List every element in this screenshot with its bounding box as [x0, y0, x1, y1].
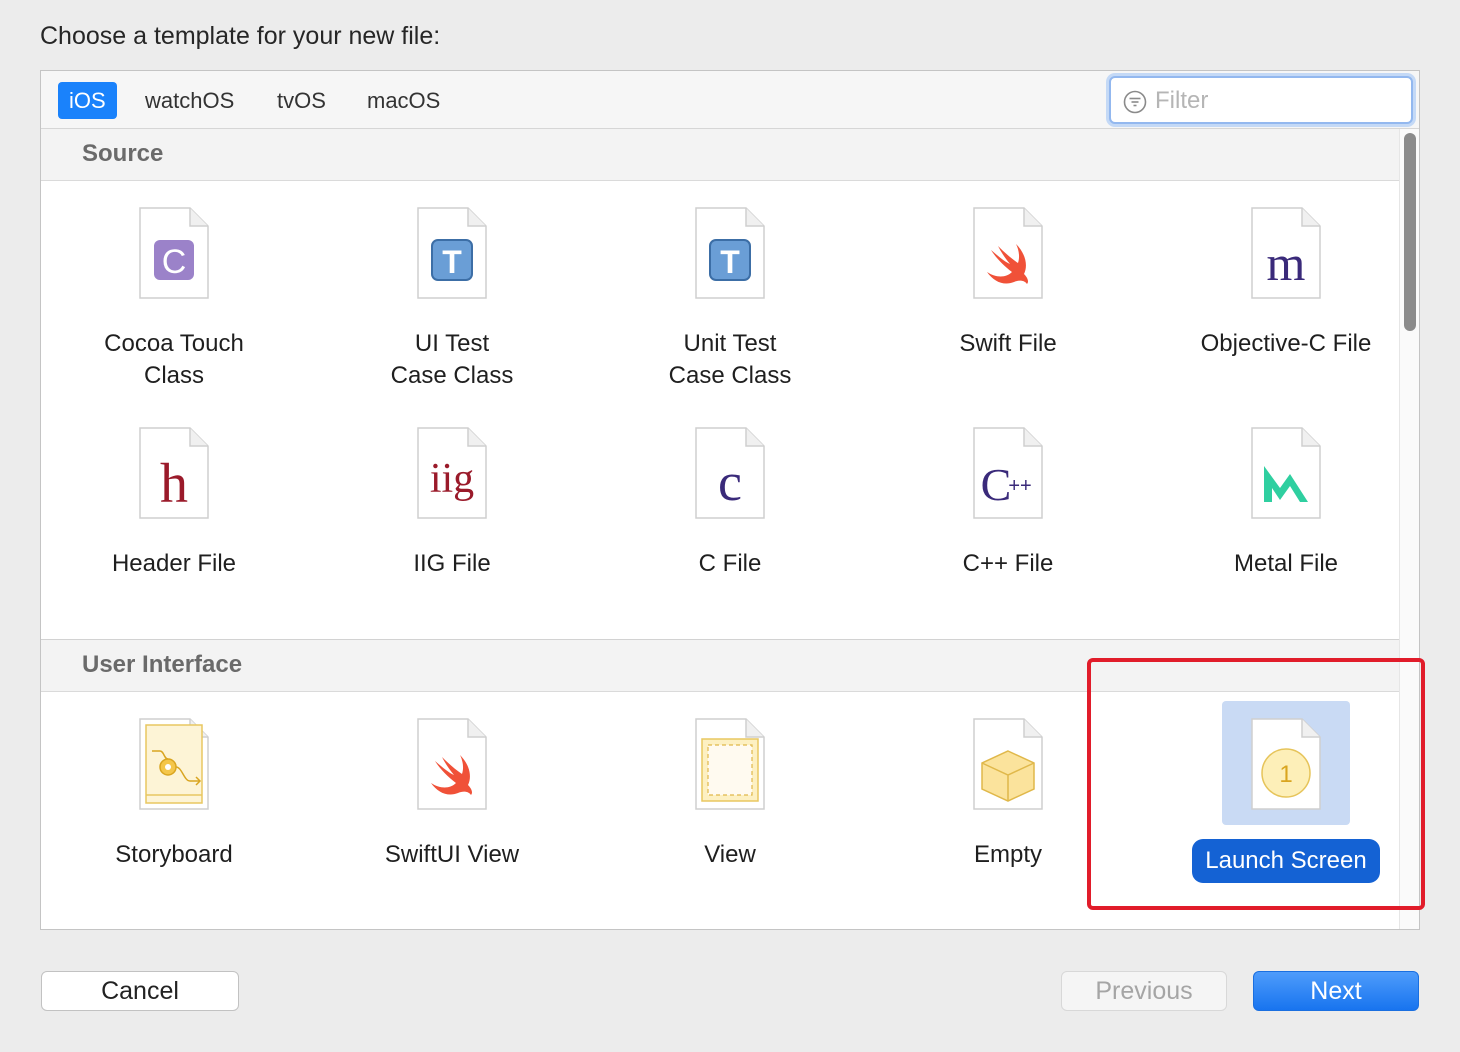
source-templates-grid: C Cocoa Touch Class T UI Test Case Class… [41, 182, 1399, 639]
swiftui-view-icon [417, 718, 487, 810]
tab-watchos[interactable]: watchOS [134, 82, 245, 119]
template-label: Metal File [1233, 550, 1339, 577]
tab-macos[interactable]: macOS [356, 82, 451, 119]
iig-file-icon: iig [417, 427, 487, 519]
template-label: IIG File [413, 550, 491, 577]
template-label: Objective-C File [1200, 330, 1372, 357]
svg-text:iig: iig [430, 456, 474, 502]
section-title: User Interface [82, 651, 243, 678]
header-file-icon: h [139, 427, 209, 519]
svg-text:c: c [718, 452, 742, 512]
svg-text:T: T [442, 244, 462, 280]
previous-button[interactable]: Previous [1061, 971, 1227, 1011]
section-title: Source [82, 140, 164, 167]
dialog-prompt: Choose a template for your new file: [40, 22, 441, 50]
template-label: Header File [111, 550, 237, 577]
next-button[interactable]: Next [1253, 971, 1419, 1011]
template-label: UI Test Case Class [390, 330, 514, 389]
template-label: Unit Test Case Class [668, 330, 792, 389]
filter-icon [1123, 90, 1147, 114]
template-label: Swift File [959, 330, 1057, 357]
storyboard-icon [139, 718, 209, 810]
template-label: View [704, 841, 756, 868]
highlight-annotation-box [1087, 658, 1425, 910]
filter-input[interactable] [1155, 84, 1405, 118]
ui-test-case-class-icon: T [417, 207, 487, 299]
cancel-button[interactable]: Cancel [41, 971, 239, 1011]
view-icon [695, 718, 765, 810]
cpp-file-icon: C ++ [973, 427, 1043, 519]
template-label: Cocoa Touch Class [104, 330, 244, 389]
metal-file-icon [1251, 427, 1321, 519]
filter-field[interactable] [1109, 76, 1413, 124]
tab-tvos[interactable]: tvOS [266, 82, 337, 119]
svg-text:C: C [162, 243, 187, 281]
template-label: C File [698, 550, 762, 577]
svg-text:C: C [981, 459, 1012, 510]
scrollbar-thumb[interactable] [1404, 133, 1416, 331]
swift-file-icon [973, 207, 1043, 299]
svg-text:h: h [160, 453, 188, 515]
svg-text:m: m [1267, 235, 1306, 291]
tab-ios[interactable]: iOS [58, 82, 117, 119]
template-label: C++ File [962, 550, 1054, 577]
empty-icon [973, 718, 1043, 810]
template-label: SwiftUI View [384, 841, 520, 868]
c-file-icon: c [695, 427, 765, 519]
cocoa-touch-class-icon: C [139, 207, 209, 299]
section-header-source: Source [41, 129, 1399, 181]
objective-c-file-icon: m [1251, 207, 1321, 299]
template-label: Storyboard [115, 841, 233, 868]
platform-tab-bar: iOS watchOS tvOS macOS [41, 71, 1419, 129]
unit-test-case-class-icon: T [695, 207, 765, 299]
svg-text:++: ++ [1008, 475, 1031, 497]
svg-text:T: T [720, 244, 740, 280]
